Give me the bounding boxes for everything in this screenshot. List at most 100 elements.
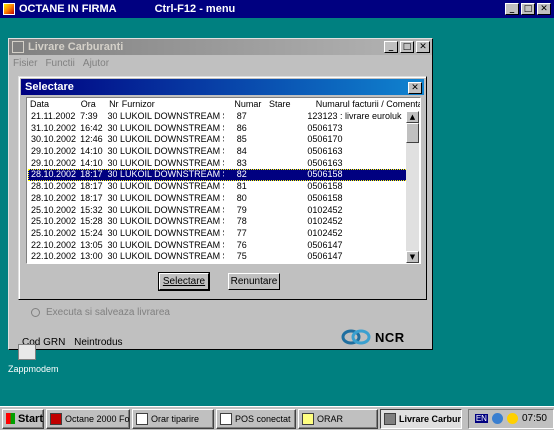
- app-title-bar[interactable]: OCTANE IN FIRMA Ctrl-F12 - menu _ □ ✕: [0, 0, 554, 18]
- cell-stare: [259, 123, 304, 135]
- ncr-logo: NCR: [341, 329, 405, 345]
- cell-furnizor: LUKOIL DOWNSTREAM SR: [119, 157, 225, 168]
- livrare-close-button[interactable]: ✕: [416, 41, 430, 53]
- cell-data: 22.10.2002: [31, 239, 77, 250]
- table-row[interactable]: 28.10.200218:17 301LUKOIL DOWNSTREAM SR 82…: [28, 169, 408, 182]
- selectare-dialog[interactable]: Selectare ✕ Data Ora Nr. Furnizor Numar …: [18, 76, 427, 300]
- restore-button[interactable]: □: [521, 3, 535, 15]
- language-indicator[interactable]: EN: [474, 414, 488, 423]
- cell-nr: 301: [107, 192, 117, 203]
- cell-factura: 0102452: [307, 227, 343, 238]
- taskbar-item-pos-conectat[interactable]: POS conectat: [216, 408, 296, 429]
- table-row[interactable]: 25.10.200215:28 301LUKOIL DOWNSTREAM SR 78…: [28, 216, 408, 228]
- selectare-button[interactable]: Selectare: [158, 272, 210, 291]
- col-header-nr[interactable]: Nr.: [106, 98, 119, 111]
- col-header-data[interactable]: Data: [27, 98, 78, 111]
- taskbar-item-orar[interactable]: ORAR: [298, 408, 378, 429]
- cell-stare: [259, 158, 304, 170]
- col-header-stare[interactable]: Stare: [266, 98, 313, 111]
- table-row[interactable]: 30.10.200212:46 301LUKOIL DOWNSTREAM SR 85…: [28, 134, 408, 146]
- livrare-title: Livrare Carburanti: [28, 41, 124, 53]
- ncr-mark-icon: [341, 329, 371, 345]
- taskbar-item-octane[interactable]: Octane 2000 Fo...: [46, 408, 130, 429]
- livrare-minimize-button[interactable]: _: [384, 41, 398, 53]
- ncr-brand: NCR: [375, 329, 405, 345]
- delivery-list[interactable]: Data Ora Nr. Furnizor Numar Stare Numaru…: [26, 97, 421, 264]
- dialog-close-button[interactable]: ✕: [408, 81, 422, 94]
- table-row[interactable]: 25.10.200215:24 301LUKOIL DOWNSTREAM SR 77…: [28, 228, 408, 240]
- col-header-furnizor[interactable]: Furnizor: [119, 98, 230, 111]
- table-row[interactable]: 22.10.200213:05 301LUKOIL DOWNSTREAM SR 76…: [28, 240, 408, 252]
- cell-ora: 18:17: [80, 169, 103, 180]
- livrare-maximize-button[interactable]: □: [400, 41, 414, 53]
- cell-numar: 77: [236, 227, 247, 238]
- cell-factura: 0506158: [307, 192, 343, 203]
- cell-furnizor: LUKOIL DOWNSTREAM SR: [119, 251, 225, 262]
- close-button[interactable]: ✕: [537, 3, 551, 15]
- menu-ajutor[interactable]: Ajutor: [83, 58, 109, 69]
- save-delivery-option[interactable]: Executa si salveaza livrarea: [31, 307, 170, 318]
- renuntare-button[interactable]: Renuntare: [228, 273, 280, 290]
- table-row[interactable]: 28.10.200218:17 301LUKOIL DOWNSTREAM SR 80…: [28, 193, 408, 205]
- cell-data: 31.10.2002: [31, 122, 77, 133]
- col-header-factura[interactable]: Numarul facturii / Comentariu: [313, 98, 420, 111]
- vertical-scrollbar[interactable]: ▲ ▼: [406, 111, 419, 263]
- desktop: Livrare Carburanti _ □ ✕ Fisier Functii …: [0, 18, 554, 408]
- window-icon: [384, 412, 396, 425]
- table-row[interactable]: 25.10.200215:32 301LUKOIL DOWNSTREAM SR 79…: [28, 205, 408, 217]
- cell-nr: 301: [107, 134, 117, 145]
- cell-nr: 301: [107, 227, 117, 238]
- network-icon[interactable]: [491, 413, 503, 424]
- cell-nr: 301: [107, 111, 117, 121]
- speaker-icon[interactable]: [506, 413, 518, 424]
- cell-ora: 18:17: [80, 181, 103, 192]
- table-row[interactable]: 22.10.200213:00 301LUKOIL DOWNSTREAM SR 75…: [28, 251, 408, 263]
- col-header-numar[interactable]: Numar: [230, 98, 266, 111]
- scroll-up-arrow-icon[interactable]: ▲: [406, 111, 419, 123]
- table-row[interactable]: 21.11.2002 7:39 301LUKOIL DOWNSTREAM SR 87 1…: [28, 111, 408, 123]
- start-label: Start: [17, 412, 43, 425]
- table-row[interactable]: 29.10.200214:10 301LUKOIL DOWNSTREAM SR 83…: [28, 158, 408, 170]
- table-row[interactable]: 29.10.200214:10 301LUKOIL DOWNSTREAM SR 84…: [28, 146, 408, 158]
- cell-furnizor: LUKOIL DOWNSTREAM SR: [119, 169, 225, 180]
- cell-numar: 80: [236, 192, 247, 203]
- cell-numar: 85: [236, 134, 247, 145]
- table-row[interactable]: 28.10.200218:17 301LUKOIL DOWNSTREAM SR 81…: [28, 181, 408, 193]
- livrare-title-bar[interactable]: Livrare Carburanti _ □ ✕: [9, 39, 432, 55]
- cell-factura: 0506170: [307, 134, 343, 145]
- scroll-down-arrow-icon[interactable]: ▼: [406, 251, 419, 263]
- cell-numar: 83: [236, 157, 247, 168]
- cell-furnizor: LUKOIL DOWNSTREAM SR: [119, 134, 225, 145]
- windows-logo-icon: [6, 413, 15, 424]
- selectare-title-bar[interactable]: Selectare ✕: [21, 79, 424, 95]
- start-button[interactable]: Start: [2, 408, 44, 429]
- taskbar-item-orar-tiparire[interactable]: Orar tiparire: [132, 408, 214, 429]
- cell-nr: 301: [107, 122, 117, 133]
- cell-ora: 13:00: [80, 251, 103, 262]
- menu-functii[interactable]: Functii: [45, 58, 74, 69]
- cell-data: 22.10.2002: [31, 251, 77, 262]
- cell-data: 29.10.2002: [31, 146, 77, 157]
- cell-furnizor: LUKOIL DOWNSTREAM SR: [119, 204, 225, 215]
- menu-fisier[interactable]: Fisier: [13, 58, 37, 69]
- cell-data: 29.10.2002: [31, 157, 77, 168]
- zappmodem-icon: [18, 344, 36, 360]
- cell-numar: 76: [236, 239, 247, 250]
- cell-stare: [259, 169, 304, 181]
- desktop-icon-zappmodem[interactable]: Zappmodem: [8, 344, 68, 374]
- cell-numar: 79: [236, 204, 247, 215]
- table-row[interactable]: 31.10.200216:42 301LUKOIL DOWNSTREAM SR 86…: [28, 123, 408, 135]
- cell-factura: 0506147: [307, 239, 343, 250]
- taskbar-item-livrare[interactable]: Livrare Carbur...: [380, 408, 462, 429]
- minimize-button[interactable]: _: [505, 3, 519, 15]
- cell-ora: 16:42: [80, 122, 103, 133]
- octane-icon: [50, 412, 62, 425]
- cell-furnizor: LUKOIL DOWNSTREAM SR: [119, 111, 225, 121]
- radio-button[interactable]: [31, 308, 40, 317]
- cell-factura: 0506158: [307, 169, 343, 180]
- cell-nr: 301: [107, 204, 117, 215]
- cell-factura: 0506163: [307, 157, 343, 168]
- taskbar: Start Octane 2000 Fo... Orar tiparire PO…: [0, 406, 554, 430]
- col-header-ora[interactable]: Ora: [78, 98, 106, 111]
- scroll-thumb[interactable]: [406, 123, 419, 143]
